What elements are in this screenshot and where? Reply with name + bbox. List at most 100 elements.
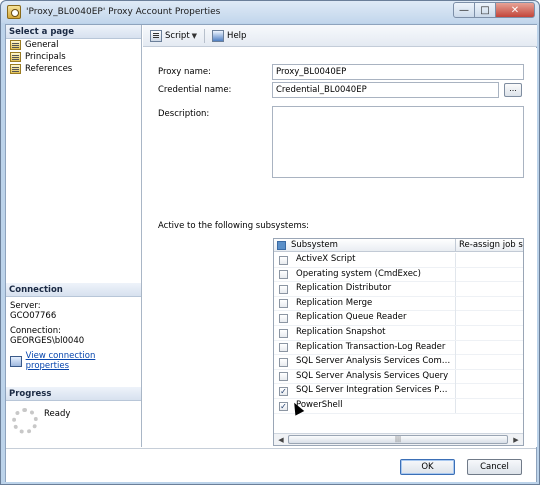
- chevron-down-icon[interactable]: ▼: [192, 32, 197, 40]
- subsystems-grid[interactable]: Subsystem Re-assign job step ActiveX Scr…: [273, 238, 524, 446]
- subsystem-checkbox[interactable]: [279, 328, 288, 338]
- reassign-cell[interactable]: [455, 340, 456, 355]
- connection-label: Connection:: [10, 326, 61, 336]
- column-reassign-job-step[interactable]: Re-assign job step: [459, 240, 523, 250]
- browse-credential-button[interactable]: ...: [504, 83, 522, 97]
- ok-button[interactable]: OK: [400, 459, 455, 475]
- connection-header: Connection: [6, 283, 141, 297]
- title-bar[interactable]: 'Proxy_BL0040EP' Proxy Account Propertie…: [1, 1, 539, 23]
- view-connection-properties-text[interactable]: View connection properties: [26, 351, 137, 371]
- subsystem-name: SQL Server Integration Services Packa...: [296, 385, 451, 396]
- help-label: Help: [227, 30, 247, 41]
- grid-header: Subsystem Re-assign job step: [274, 239, 523, 252]
- scroll-right-icon[interactable]: ▶: [510, 435, 522, 445]
- subsystem-checkbox[interactable]: ✓: [279, 401, 288, 411]
- subsystem-row[interactable]: Replication Distributor: [274, 282, 523, 297]
- subsystem-row[interactable]: SQL Server Analysis Services Command: [274, 355, 523, 370]
- subsystem-checkbox[interactable]: [279, 357, 288, 367]
- scrollbar-thumb[interactable]: |||: [288, 435, 508, 444]
- progress-section: Progress Ready: [6, 387, 141, 439]
- reassign-cell[interactable]: [455, 296, 456, 311]
- subsystem-checkbox[interactable]: [279, 313, 288, 323]
- subsystem-checkbox[interactable]: [279, 270, 288, 280]
- subsystem-row[interactable]: Operating system (CmdExec): [274, 267, 523, 283]
- description-label: Description:: [158, 109, 210, 119]
- select-all-icon[interactable]: [277, 241, 286, 250]
- page-item-references[interactable]: References: [6, 63, 141, 75]
- page-icon: [10, 64, 21, 74]
- cancel-button[interactable]: Cancel: [467, 459, 522, 475]
- script-label: Script: [165, 30, 190, 41]
- subsystem-checkbox[interactable]: [279, 255, 288, 265]
- page-label: General: [25, 40, 59, 50]
- reassign-cell[interactable]: [455, 399, 456, 413]
- dialog-footer: OK Cancel: [6, 448, 536, 482]
- subsystem-name: Replication Merge: [296, 297, 373, 308]
- select-page-header: Select a page: [6, 25, 141, 39]
- page-icon: [10, 52, 21, 62]
- help-button[interactable]: Help: [209, 28, 249, 44]
- subsystem-row[interactable]: SQL Server Analysis Services Query: [274, 369, 523, 385]
- connection-value: GEORGES\bl0040: [10, 336, 85, 346]
- reassign-cell[interactable]: [455, 282, 456, 297]
- subsystem-checkbox[interactable]: [279, 372, 288, 382]
- scroll-left-icon[interactable]: ◀: [275, 435, 287, 445]
- subsystem-name: SQL Server Analysis Services Command: [296, 356, 451, 367]
- subsystem-name: SQL Server Analysis Services Query: [296, 370, 449, 381]
- reassign-cell[interactable]: [455, 311, 456, 326]
- subsystem-checkbox[interactable]: [279, 299, 288, 309]
- progress-header: Progress: [6, 387, 141, 401]
- subsystem-row[interactable]: ActiveX Script: [274, 253, 523, 268]
- credential-name-field[interactable]: Credential_BL0040EP: [272, 82, 499, 98]
- subsystem-row[interactable]: ✓ SQL Server Integration Services Packa..…: [274, 384, 523, 399]
- page-label: Principals: [25, 52, 66, 62]
- page-label: References: [25, 64, 73, 74]
- toolbar-separator: [204, 28, 206, 43]
- script-button[interactable]: Script ▼: [147, 28, 200, 44]
- subsystems-label: Active to the following subsystems:: [158, 221, 310, 231]
- proxy-name-field[interactable]: Proxy_BL0040EP: [272, 64, 524, 80]
- progress-spinner-icon: [12, 408, 38, 434]
- minimize-button[interactable]: —: [453, 2, 475, 18]
- progress-status: Ready: [44, 409, 71, 419]
- view-connection-properties-link[interactable]: View connection properties: [10, 351, 137, 371]
- reassign-cell[interactable]: [455, 369, 456, 384]
- reassign-cell[interactable]: [455, 253, 456, 267]
- credential-name-label: Credential name:: [158, 85, 232, 95]
- reassign-cell[interactable]: [455, 267, 456, 282]
- horizontal-scrollbar[interactable]: ◀ ||| ▶: [274, 433, 523, 445]
- maximize-button[interactable]: □: [474, 2, 496, 18]
- column-divider[interactable]: [455, 239, 456, 252]
- subsystem-name: Replication Transaction-Log Reader: [296, 341, 446, 352]
- subsystem-row[interactable]: Replication Queue Reader: [274, 311, 523, 326]
- page-item-principals[interactable]: Principals: [6, 51, 141, 63]
- subsystem-row[interactable]: ✓ PowerShell: [274, 399, 523, 414]
- close-button[interactable]: ✕: [495, 2, 535, 18]
- toolbar: Script ▼ Help: [143, 25, 537, 47]
- app-icon: [7, 5, 21, 19]
- dialog-client-area: Select a page General Principals Referen…: [5, 24, 537, 482]
- description-field[interactable]: [272, 106, 524, 178]
- subsystem-row[interactable]: Replication Merge: [274, 296, 523, 312]
- subsystem-name: Operating system (CmdExec): [296, 268, 421, 279]
- page-item-general[interactable]: General: [6, 39, 141, 51]
- reassign-cell[interactable]: [455, 326, 456, 340]
- server-label: Server:: [10, 301, 41, 311]
- reassign-cell[interactable]: [455, 384, 456, 399]
- general-page: Proxy name: Proxy_BL0040EP Credential na…: [143, 48, 537, 447]
- reassign-cell[interactable]: [455, 355, 456, 370]
- subsystem-checkbox[interactable]: [279, 284, 288, 294]
- connection-section: Connection Server: GCO07766 Connection: …: [6, 283, 141, 375]
- subsystem-row[interactable]: Replication Snapshot: [274, 326, 523, 341]
- subsystem-name: PowerShell: [296, 400, 343, 410]
- subsystem-checkbox[interactable]: [279, 343, 288, 353]
- script-icon: [150, 29, 162, 42]
- subsystem-row[interactable]: Replication Transaction-Log Reader: [274, 340, 523, 356]
- subsystem-checkbox[interactable]: ✓: [279, 386, 288, 396]
- connection-properties-icon: [10, 355, 22, 367]
- column-subsystem[interactable]: Subsystem: [291, 240, 338, 250]
- server-value: GCO07766: [10, 311, 57, 321]
- left-pane: Select a page General Principals Referen…: [6, 25, 142, 447]
- subsystem-name: Replication Queue Reader: [296, 312, 407, 323]
- proxy-name-label: Proxy name:: [158, 67, 211, 77]
